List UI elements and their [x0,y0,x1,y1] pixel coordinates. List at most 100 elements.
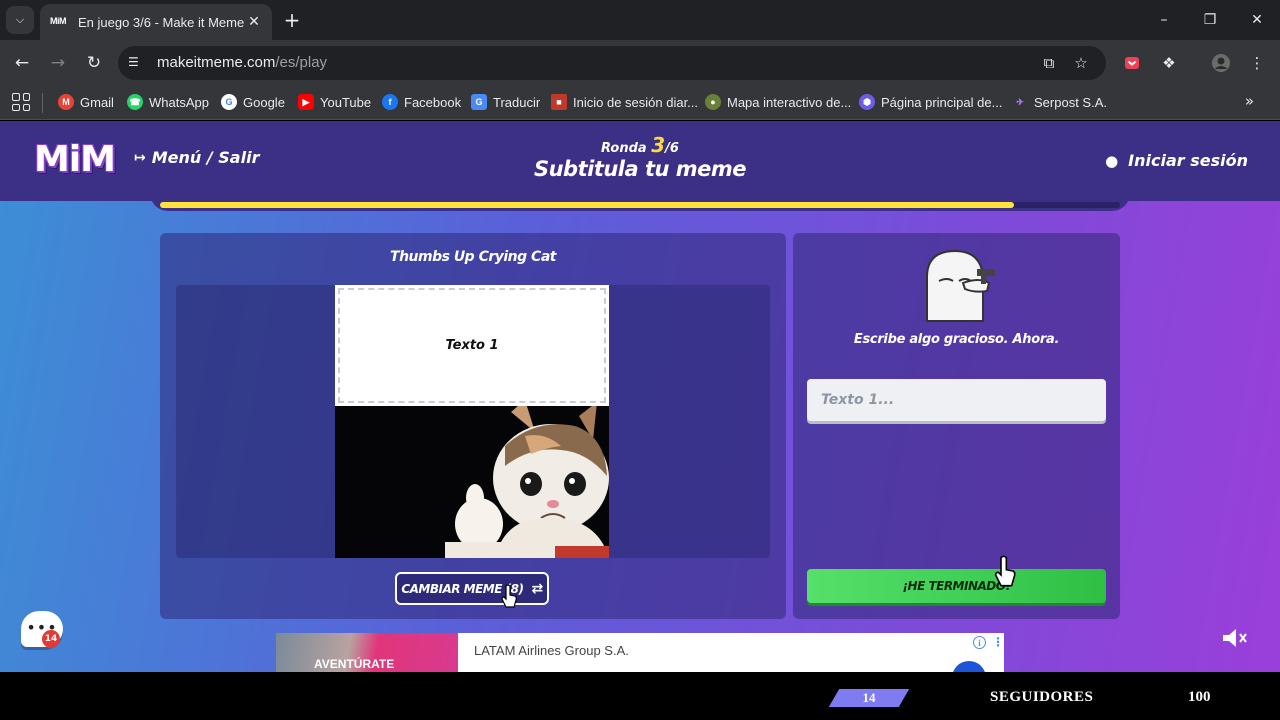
bookmark-gmail[interactable]: M Gmail [58,92,114,112]
url-text: makeitmeme.com/es/play [157,54,327,71]
bookmark-google[interactable]: G Google [221,92,285,112]
bookmark-label: Google [243,94,285,110]
arrow-left-icon: ← [14,53,30,73]
bookmark-mapa[interactable]: ● Mapa interactivo de... [705,92,851,112]
minimize-button[interactable]: – [1152,8,1176,32]
profile-avatar-icon[interactable] [1210,52,1232,74]
chevron-down-icon: ⌵ [15,13,25,26]
gmail-icon: M [58,94,74,110]
reload-icon: ↻ [86,53,102,73]
translate-icon: G [471,94,487,110]
site-info-icon[interactable]: ☰ [128,55,144,71]
bookmark-serpost[interactable]: ✈ Serpost S.A. [1012,92,1107,112]
caption-text-input[interactable] [807,379,1106,421]
exit-arrow-icon: ↦ [134,149,146,166]
round-indicator: Ronda 3/6 [540,133,740,157]
pocket-extension-icon[interactable] [1121,52,1143,74]
bookmark-pagina-principal[interactable]: ⬢ Página principal de... [859,92,1002,112]
bookmark-label: Facebook [404,94,462,110]
ad-brand-text: LATAM Airlines Group S.A. [474,643,629,658]
bookmark-label: Serpost S.A. [1034,94,1107,110]
extensions-puzzle-icon[interactable]: ❖ [1158,52,1180,74]
browser-tab-bar: ⌵ MiM En juego 3/6 - Make it Meme ✕ + – … [0,0,1280,40]
facebook-icon: f [382,94,398,110]
round-timer-bar [160,202,1120,208]
login-site-icon: ■ [551,94,567,110]
new-tab-button[interactable]: + [280,8,304,32]
login-link[interactable]: ● Iniciar sesión [1105,151,1248,170]
crying-cat-image [335,406,609,558]
address-bar[interactable]: ☰ makeitmeme.com/es/play ⧉ ☆ [118,46,1106,80]
back-button[interactable]: ← [9,50,35,76]
homepage-site-icon: ⬢ [859,94,875,110]
sound-toggle-icon[interactable] [1221,626,1249,650]
serpost-icon: ✈ [1016,96,1024,107]
browser-menu-icon[interactable]: ⋮ [1246,52,1268,74]
ad-cta-text: AVENTÚRATE [314,657,395,671]
login-label: Iniciar sesión [1128,151,1248,170]
follower-goal: 100 [1188,689,1211,705]
bookmark-label: Mapa interactivo de... [727,94,852,110]
follower-count: 14 [862,690,876,705]
round-timer-fill [160,202,1015,208]
bookmark-inicio-sesion[interactable]: ■ Inicio de sesión diar... [551,92,698,112]
done-button[interactable]: ¡HE TERMINADO! [807,569,1106,603]
minimize-icon: – [1160,12,1168,28]
round-label: Ronda [601,141,647,156]
install-app-icon[interactable]: ⧉ [1038,52,1060,74]
close-tab-icon[interactable]: ✕ [246,14,262,30]
follower-goal-bar: 14 SEGUIDORES 100 [0,672,1280,720]
change-meme-button[interactable]: CAMBIAR MEME (8) ⇄ [395,572,549,605]
plus-icon: + [283,8,301,32]
bookmark-youtube[interactable]: ▶ YouTube [298,92,371,112]
mim-logo[interactable]: MiM [34,139,116,180]
bookmarks-bar: M Gmail ☎ WhatsApp G Google ▶ YouTube f Faceb… [0,86,1280,120]
youtube-icon: ▶ [298,94,314,110]
restore-button[interactable]: ❐ [1198,8,1222,32]
close-window-button[interactable]: ✕ [1245,8,1269,32]
caption-card: Escribe algo gracioso. Ahora. ¡HE TERMIN… [793,233,1120,619]
page-title: Subtitula tu meme [533,157,747,181]
arrow-right-icon: → [50,53,66,73]
url-path: /es/play [275,54,328,71]
reload-button[interactable]: ↻ [81,50,107,76]
restore-icon: ❐ [1203,12,1217,28]
bookmark-label: Traducir [493,94,541,110]
tab-title: En juego 3/6 - Make it Meme [78,14,245,30]
follower-label: SEGUIDORES [990,689,1094,705]
ad-menu-icon[interactable]: ⋮ [992,635,1004,649]
bookmark-facebook[interactable]: f Facebook [382,92,461,112]
bookmark-label: WhatsApp [149,94,209,110]
tab-search-button[interactable]: ⌵ [6,6,34,34]
menu-exit-label: Menú / Salir [151,148,260,167]
ad-banner[interactable]: AVENTÚRATE LATAM Airlines Group S.A. i ⋮ [276,633,1004,672]
bookmark-label: YouTube [320,94,372,110]
browser-tab-active[interactable]: MiM En juego 3/6 - Make it Meme ✕ [40,4,272,40]
swap-arrows-icon: ⇄ [531,580,543,597]
whatsapp-icon: ☎ [127,94,143,110]
bookmarks-divider [42,93,43,113]
caption-prompt: Escribe algo gracioso. Ahora. [853,332,1060,347]
bookmark-label: Inicio de sesión diar... [573,94,699,110]
user-icon: ● [1105,151,1119,170]
ad-action-circle[interactable] [952,661,986,672]
ad-info-icon[interactable]: i [973,636,986,649]
round-current: 3 [651,133,666,157]
hand-cursor-icon [994,555,1016,587]
meme-card: Thumbs Up Crying Cat Texto 1 CAMBIAR MEM… [160,233,786,619]
menu-exit-link[interactable]: ↦ Menú / Salir [134,148,259,167]
close-icon: ✕ [1251,12,1263,28]
bookmark-star-icon[interactable]: ☆ [1070,52,1092,74]
bookmark-label: Gmail [80,94,114,110]
google-icon: G [221,94,237,110]
bookmark-label: Página principal de... [881,94,1003,110]
bookmark-whatsapp[interactable]: ☎ WhatsApp [127,92,209,112]
round-total: /6 [665,141,679,156]
meme-text-box[interactable]: Texto 1 [338,288,606,403]
forward-button[interactable]: → [45,50,71,76]
mascot-with-gun-icon [926,249,995,322]
apps-grid-icon[interactable] [12,93,30,111]
map-site-icon: ● [705,94,721,110]
bookmark-traducir[interactable]: G Traducir [471,92,540,112]
more-bookmarks-icon[interactable]: » [1245,92,1254,110]
